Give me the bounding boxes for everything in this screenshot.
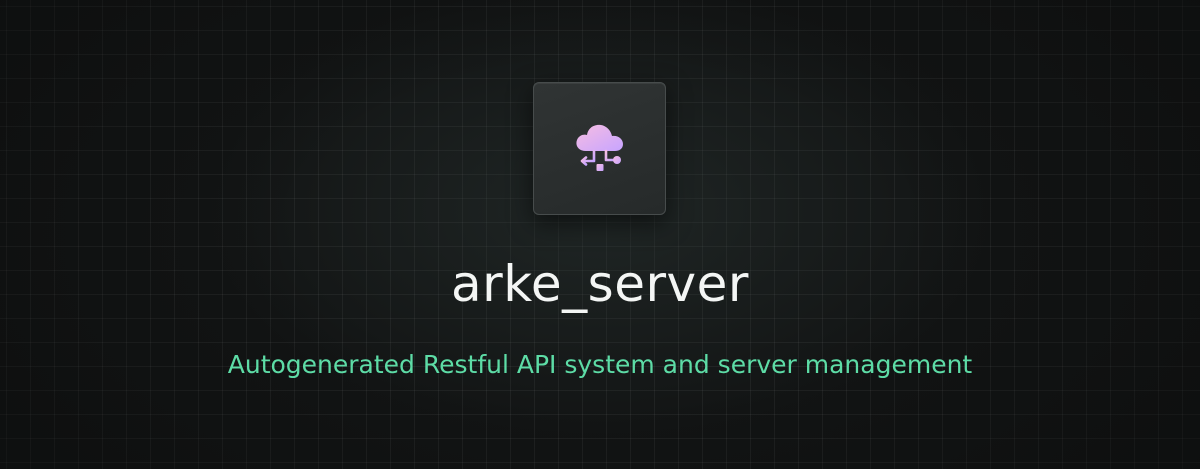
project-banner: arke_server Autogenerated Restful API sy…	[0, 0, 1200, 469]
cloud-network-icon	[575, 124, 623, 171]
project-subtitle: Autogenerated Restful API system and ser…	[227, 350, 973, 379]
background-vignette	[0, 0, 1200, 469]
logo-tile	[533, 82, 666, 215]
project-title: arke_server	[451, 255, 749, 313]
